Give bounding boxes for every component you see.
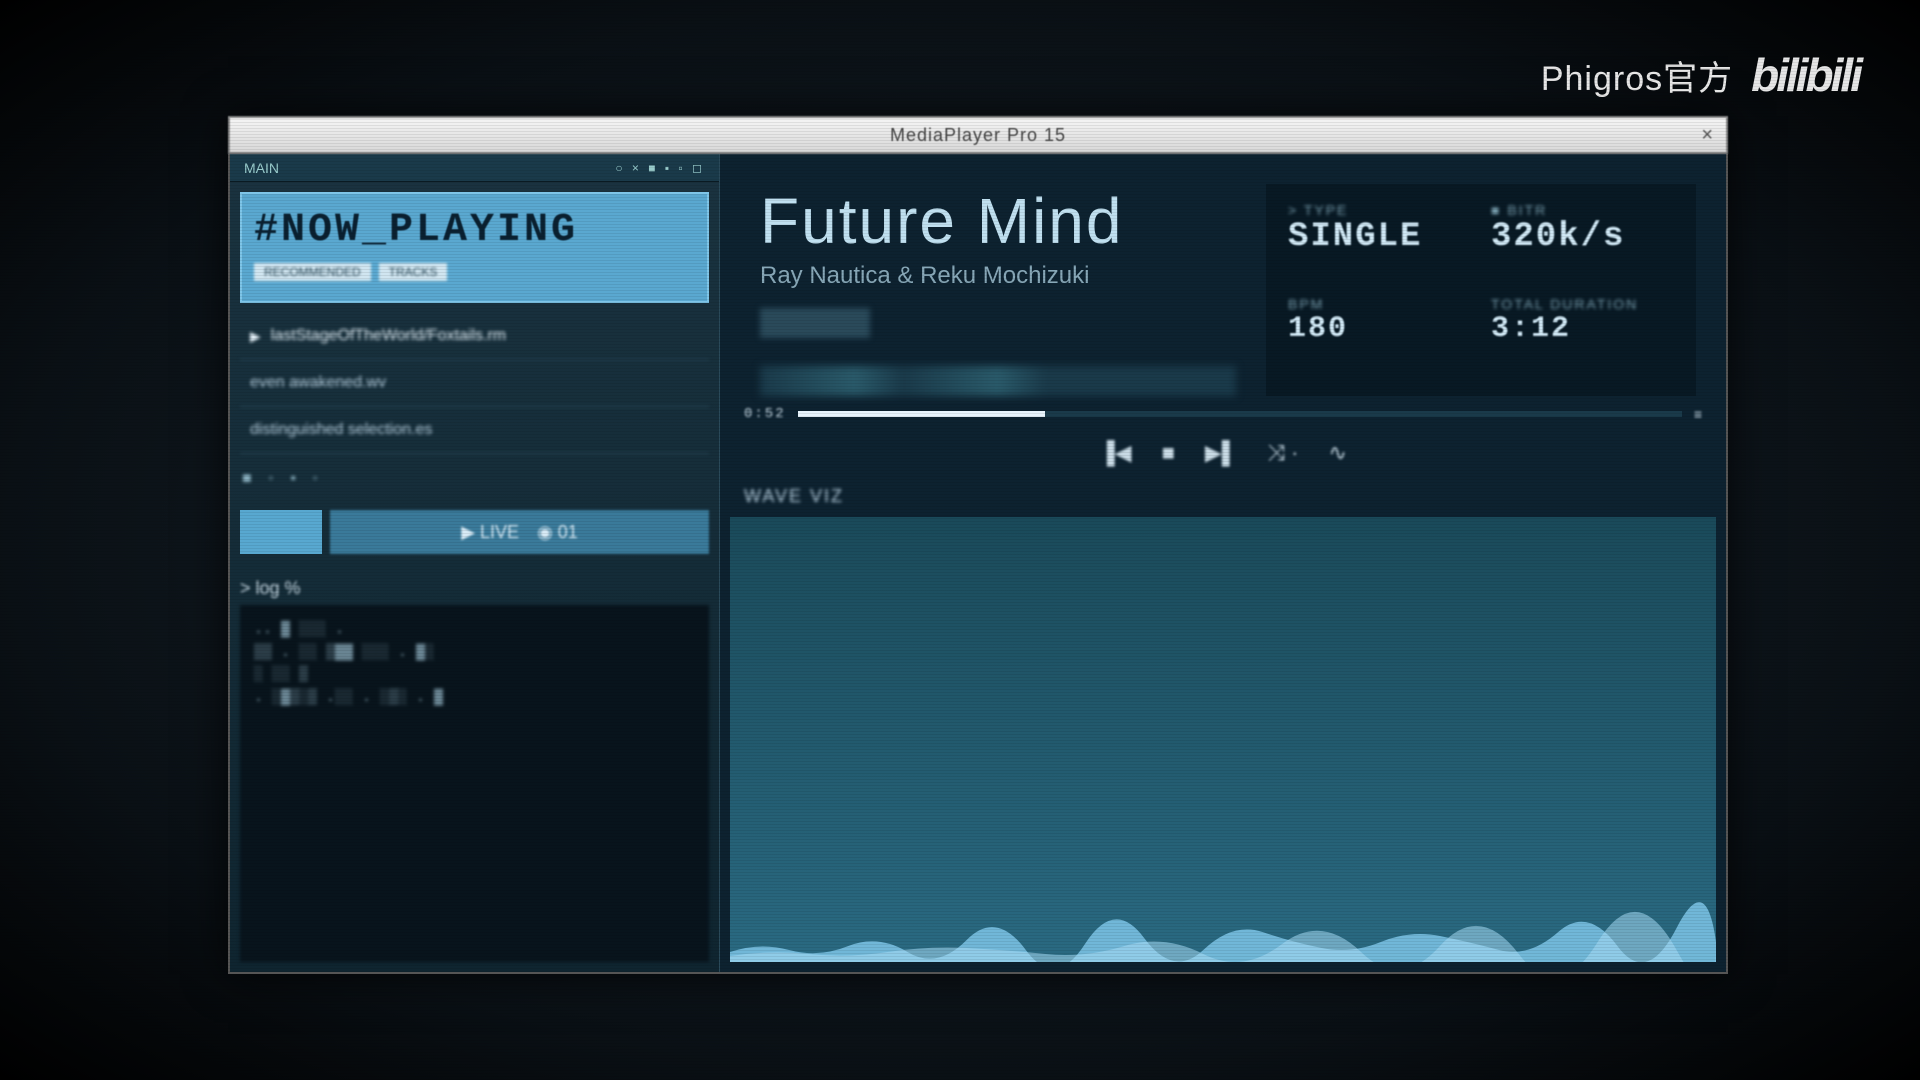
- metric-value-duration: 3:12: [1491, 312, 1674, 346]
- progress-fill: [798, 411, 1046, 417]
- app-window: MediaPlayer Pro 15 × MAIN ○ × ■ ▪ ▫ ◻ #N…: [228, 116, 1728, 974]
- terminal-header: > log %: [240, 578, 709, 599]
- btn-large-left: ▶ LIVE: [461, 522, 519, 543]
- next-button[interactable]: ▶▌: [1205, 440, 1238, 466]
- info-row: Future Mind Ray Nautica & Reku Mochizuki…: [720, 154, 1726, 406]
- metric-label-type: > TYPE: [1288, 202, 1471, 218]
- watermark: Phigros官方 bilibili: [1541, 48, 1860, 102]
- metric-value-bitrate: 320k/s: [1491, 218, 1674, 256]
- track-row[interactable]: ▶ lastStageOfTheWorld/Foxtails.rm: [240, 313, 709, 360]
- btn-large-right: ◉ 01: [537, 522, 578, 543]
- progress-row: 0:52 ≡: [720, 406, 1726, 430]
- track-row[interactable]: even awakened.wv: [240, 360, 709, 407]
- sidebar-tab[interactable]: MAIN ○ × ■ ▪ ▫ ◻: [230, 154, 719, 182]
- metric-value-type: SINGLE: [1288, 218, 1471, 256]
- sidebar-tab-controls[interactable]: ○ × ■ ▪ ▫ ◻: [615, 161, 705, 175]
- visualizer: [730, 517, 1716, 962]
- watermark-text: Phigros官方: [1541, 51, 1733, 100]
- metrics-panel: > TYPE SINGLE ■ BITR 320k/s BPM 180 TOTA…: [1266, 184, 1696, 396]
- metric-value-bpm: 180: [1288, 312, 1471, 346]
- metric-label-bitrate: ■ BITR: [1491, 202, 1674, 218]
- sidebar-small-button[interactable]: [240, 510, 322, 554]
- now-playing-panel: #NOW_PLAYING RECOMMENDED TRACKS: [240, 192, 709, 303]
- sidebar-tab-label: MAIN: [244, 160, 279, 176]
- pill-tracks[interactable]: TRACKS: [379, 263, 448, 281]
- now-playing-heading: #NOW_PLAYING: [254, 208, 695, 253]
- playlist-icon[interactable]: ≡: [1694, 406, 1702, 422]
- pill-recommended[interactable]: RECOMMENDED: [254, 263, 371, 281]
- window-title: MediaPlayer Pro 15: [890, 125, 1066, 146]
- song-tag: [760, 308, 870, 338]
- sidebar-large-button[interactable]: ▶ LIVE ◉ 01: [330, 510, 709, 554]
- metric-label-bpm: BPM: [1288, 296, 1471, 312]
- play-icon: ▶: [250, 328, 261, 345]
- bilibili-logo: bilibili: [1751, 48, 1860, 102]
- sidebar-button-row: ▶ LIVE ◉ 01: [240, 510, 709, 554]
- progress-time: 0:52: [744, 406, 786, 422]
- prev-button[interactable]: ▐◀: [1099, 440, 1132, 466]
- titlebar[interactable]: MediaPlayer Pro 15 ×: [228, 116, 1728, 154]
- track-title: even awakened.wv: [250, 374, 386, 392]
- stop-button[interactable]: ■: [1162, 440, 1175, 466]
- metric-label-duration: TOTAL DURATION: [1491, 296, 1674, 312]
- filter-pills: RECOMMENDED TRACKS: [254, 263, 695, 281]
- waveform: [730, 902, 1716, 962]
- track-title: distinguished selection.es: [250, 421, 432, 439]
- track-title: lastStageOfTheWorld/Foxtails.rm: [271, 327, 506, 345]
- close-icon[interactable]: ×: [1701, 124, 1714, 147]
- song-title: Future Mind: [760, 184, 1236, 258]
- progress-bar[interactable]: [798, 411, 1682, 417]
- track-row[interactable]: distinguished selection.es: [240, 407, 709, 454]
- app-body: MAIN ○ × ■ ▪ ▫ ◻ #NOW_PLAYING RECOMMENDE…: [228, 154, 1728, 974]
- sidebar: MAIN ○ × ■ ▪ ▫ ◻ #NOW_PLAYING RECOMMENDE…: [230, 154, 720, 972]
- sidebar-indicator-row: ■ ◦ ▪ ◦: [230, 454, 719, 504]
- song-meta-blur: [760, 366, 1236, 396]
- tracklist: ▶ lastStageOfTheWorld/Foxtails.rm even a…: [240, 313, 709, 454]
- main-panel: Future Mind Ray Nautica & Reku Mochizuki…: [720, 154, 1726, 972]
- shuffle-button[interactable]: ⤨ ·: [1267, 440, 1298, 466]
- transport-controls: ▐◀ ■ ▶▌ ⤨ · ∿: [720, 430, 1726, 480]
- song-artist: Ray Nautica & Reku Mochizuki: [760, 262, 1236, 290]
- repeat-button[interactable]: ∿: [1328, 440, 1346, 466]
- visualizer-label: WAVE VIZ: [720, 480, 1726, 513]
- terminal-body: .. ▓ ░░░ . ▒▒ . ░░ ▒▓▓ ░░░ . ▓░ ░ ░░ ▒ .…: [240, 605, 709, 962]
- song-block: Future Mind Ray Nautica & Reku Mochizuki: [760, 184, 1236, 396]
